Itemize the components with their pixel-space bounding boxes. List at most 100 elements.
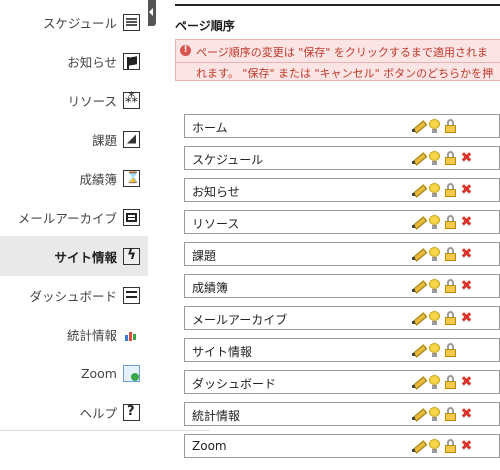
dashboard-icon — [123, 286, 140, 304]
alert-icon: ! — [180, 45, 191, 56]
sidebar-item-assignments[interactable]: 課題 — [0, 119, 148, 159]
visibility-bulb-icon[interactable] — [428, 375, 441, 389]
page-row[interactable]: サイト情報 — [184, 338, 500, 362]
sidebar-item-label: 統計情報 — [66, 327, 117, 343]
header-divider — [175, 4, 500, 6]
sidebar-item-label: 課題 — [91, 132, 117, 148]
edit-icon[interactable] — [412, 215, 425, 229]
visibility-bulb-icon[interactable] — [428, 311, 441, 325]
zoom-icon — [123, 364, 140, 382]
page-name: 成績簿 — [192, 281, 229, 295]
sidebar-item-announcements[interactable]: お知らせ — [0, 41, 148, 81]
edit-icon[interactable] — [412, 279, 425, 293]
lock-icon[interactable] — [444, 247, 457, 261]
edit-icon[interactable] — [412, 375, 425, 389]
sidebar-item-zoom[interactable]: Zoom — [0, 353, 148, 393]
page-row[interactable]: ホーム — [184, 114, 500, 138]
sidebar-item-resources[interactable]: リソース — [0, 80, 148, 120]
assignment-icon — [123, 130, 140, 148]
visibility-bulb-icon[interactable] — [428, 407, 441, 421]
lock-icon[interactable] — [444, 439, 457, 453]
sidebar-item-schedule[interactable]: スケジュール — [0, 2, 148, 42]
edit-icon[interactable] — [412, 183, 425, 197]
edit-icon[interactable] — [412, 247, 425, 261]
delete-icon[interactable]: ✖ — [460, 215, 473, 229]
visibility-bulb-icon[interactable] — [428, 343, 441, 357]
lock-icon[interactable] — [444, 375, 457, 389]
page-row[interactable]: 成績簿 ✖ — [184, 274, 500, 298]
sidebar-item-mail-archive[interactable]: メールアーカイブ — [0, 197, 148, 237]
delete-icon[interactable]: ✖ — [460, 183, 473, 197]
sidebar-item-statistics[interactable]: 統計情報 — [0, 314, 148, 354]
lock-icon[interactable] — [444, 151, 457, 165]
delete-icon[interactable]: ✖ — [460, 311, 473, 325]
statistics-icon — [123, 326, 140, 343]
sidebar-item-dashboard[interactable]: ダッシュボード — [0, 275, 148, 315]
lock-icon[interactable] — [444, 343, 457, 357]
page-row[interactable]: リソース ✖ — [184, 210, 500, 234]
visibility-bulb-icon[interactable] — [428, 119, 441, 133]
sidebar-item-label: ヘルプ — [79, 405, 117, 421]
lock-icon[interactable] — [444, 407, 457, 421]
page-actions — [412, 119, 457, 134]
delete-icon[interactable]: ✖ — [460, 407, 473, 421]
page-row[interactable]: 統計情報 ✖ — [184, 402, 500, 426]
collapse-sidebar-icon[interactable] — [148, 0, 156, 26]
page-name: Zoom — [192, 439, 227, 453]
edit-icon[interactable] — [412, 439, 425, 453]
visibility-bulb-icon[interactable] — [428, 183, 441, 197]
visibility-bulb-icon[interactable] — [428, 279, 441, 293]
page-row[interactable]: ダッシュボード ✖ — [184, 370, 500, 394]
sidebar-item-help[interactable]: ヘルプ — [0, 392, 148, 432]
page-row[interactable]: メールアーカイブ ✖ — [184, 306, 500, 330]
edit-icon[interactable] — [412, 151, 425, 165]
page-row[interactable]: スケジュール ✖ — [184, 146, 500, 170]
schedule-icon — [123, 13, 140, 31]
visibility-bulb-icon[interactable] — [428, 215, 441, 229]
page-name: ホーム — [192, 121, 228, 135]
page-name: 課題 — [192, 249, 217, 263]
page-actions: ✖ — [412, 311, 473, 326]
sidebar-item-gradebook[interactable]: 成績簿 — [0, 158, 148, 198]
page-actions: ✖ — [412, 279, 473, 294]
page-name: 統計情報 — [192, 409, 241, 423]
visibility-bulb-icon[interactable] — [428, 247, 441, 261]
edit-icon[interactable] — [412, 407, 425, 421]
page-name: メールアーカイブ — [192, 313, 288, 327]
help-icon — [123, 403, 140, 421]
page-order-list: ホーム スケジュール ✖ お知らせ ✖ リソース ✖ 課題 ✖ 成績簿 ✖ メー… — [184, 114, 500, 466]
sidebar-item-label: Zoom — [80, 365, 117, 381]
visibility-bulb-icon[interactable] — [428, 439, 441, 453]
delete-icon[interactable]: ✖ — [460, 439, 473, 453]
alert-text-line1: ページ順序の変更は "保存" をクリックするまで適用されま — [196, 46, 488, 59]
lock-icon[interactable] — [444, 183, 457, 197]
delete-icon[interactable]: ✖ — [460, 375, 473, 389]
edit-icon[interactable] — [412, 119, 425, 133]
sidebar-item-label: メールアーカイブ — [17, 210, 117, 226]
page-name: ダッシュボード — [192, 377, 277, 391]
page-actions: ✖ — [412, 375, 473, 390]
page-name: リソース — [192, 217, 240, 231]
page-row[interactable]: 課題 ✖ — [184, 242, 500, 266]
page-row[interactable]: Zoom ✖ — [184, 434, 500, 458]
page-actions: ✖ — [412, 407, 473, 422]
sidebar-item-site-info[interactable]: サイト情報 — [0, 236, 148, 276]
lock-icon[interactable] — [444, 279, 457, 293]
edit-icon[interactable] — [412, 343, 425, 357]
page-name: スケジュール — [192, 153, 264, 167]
delete-icon[interactable]: ✖ — [460, 151, 473, 165]
site-info-icon — [123, 247, 140, 265]
delete-icon[interactable]: ✖ — [460, 279, 473, 293]
visibility-bulb-icon[interactable] — [428, 151, 441, 165]
alert-message: ! ページ順序の変更は "保存" をクリックするまで適用されま — [175, 39, 500, 63]
delete-icon[interactable]: ✖ — [460, 247, 473, 261]
page-name: サイト情報 — [192, 345, 253, 359]
lock-icon[interactable] — [444, 311, 457, 325]
lock-icon[interactable] — [444, 215, 457, 229]
edit-icon[interactable] — [412, 311, 425, 325]
page-actions — [412, 343, 457, 358]
announcement-icon — [123, 52, 140, 70]
lock-icon[interactable] — [444, 119, 457, 133]
page-row[interactable]: お知らせ ✖ — [184, 178, 500, 202]
sidebar-item-label: サイト情報 — [54, 249, 117, 265]
